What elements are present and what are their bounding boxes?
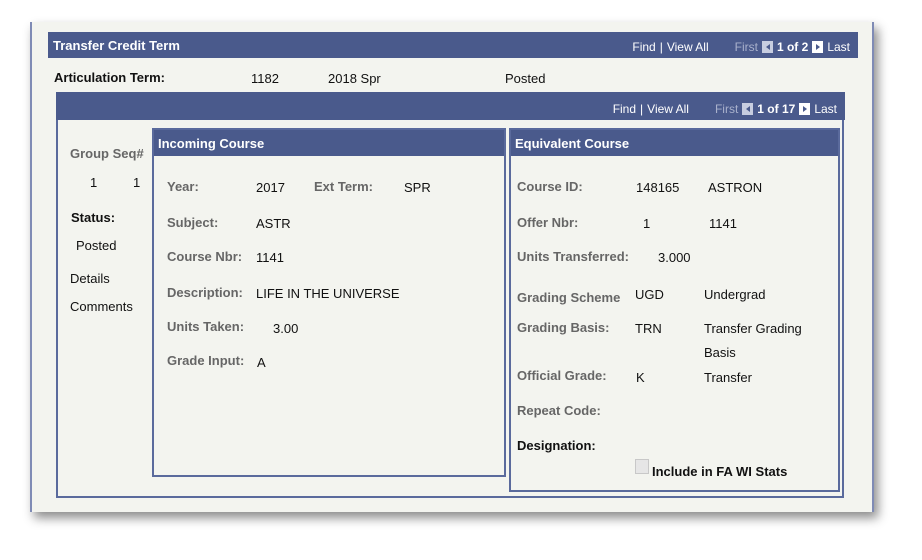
next-arrow-icon[interactable] <box>799 103 811 115</box>
course-nbr-value: 1141 <box>256 250 284 265</box>
designation-label: Designation: <box>517 438 596 453</box>
description-value: LIFE IN THE UNIVERSE <box>256 286 400 301</box>
articulation-term-desc: 2018 Spr <box>328 71 381 86</box>
grading-basis-label: Grading Basis: <box>517 320 610 335</box>
page-count: 1 of 2 <box>776 40 809 54</box>
equivalent-course-title: Equivalent Course <box>511 130 838 156</box>
official-grade-label: Official Grade: <box>517 368 607 383</box>
last-link[interactable]: Last <box>814 102 837 116</box>
official-grade-value: K <box>636 370 645 385</box>
repeat-code-label: Repeat Code: <box>517 403 601 418</box>
grading-basis-value: TRN <box>635 321 662 336</box>
prev-arrow-icon <box>742 103 754 115</box>
course-name-value: ASTRON <box>708 180 763 195</box>
last-link[interactable]: Last <box>827 40 850 54</box>
view-all-link[interactable]: View All <box>667 40 709 54</box>
subject-value: ASTR <box>256 216 291 231</box>
grade-input-value: A <box>257 355 266 370</box>
comments-link[interactable]: Comments <box>70 299 133 314</box>
year-value: 2017 <box>256 180 285 195</box>
offer-nbr-value: 1 <box>643 216 651 231</box>
find-link[interactable]: Find <box>613 102 636 116</box>
course-id-value: 148165 <box>636 180 680 195</box>
prev-arrow-icon <box>761 41 773 53</box>
offer-nbr-label: Offer Nbr: <box>517 215 579 230</box>
units-taken-value: 3.00 <box>273 321 299 336</box>
details-link[interactable]: Details <box>70 271 110 286</box>
group-nav: Find | View All First 1 of 17 Last <box>612 102 837 116</box>
description-label: Description: <box>167 285 243 300</box>
grading-scheme-value: UGD <box>635 287 664 302</box>
next-arrow-icon[interactable] <box>812 41 824 53</box>
group-header: Find | View All First 1 of 17 Last <box>56 92 845 120</box>
section-nav: Find | View All First 1 of 2 Last <box>632 40 850 54</box>
fa-stats-checkbox[interactable] <box>635 459 649 474</box>
incoming-course-title: Incoming Course <box>154 130 504 156</box>
section-header: Transfer Credit Term Find | View All Firs… <box>48 32 858 58</box>
status-value: Posted <box>76 238 117 253</box>
status-label: Status: <box>71 210 116 225</box>
official-grade-desc: Transfer <box>704 370 752 385</box>
grading-basis-desc: Transfer Grading Basis <box>704 321 802 360</box>
grading-scheme-desc: Undergrad <box>704 287 766 302</box>
page-count: 1 of 17 <box>757 102 796 116</box>
view-all-link[interactable]: View All <box>647 102 689 116</box>
group-seq-label: Group Seq# <box>70 146 144 161</box>
subject-label: Subject: <box>167 215 219 230</box>
grade-input-label: Grade Input: <box>167 353 245 368</box>
section-title: Transfer Credit Term <box>53 38 180 53</box>
articulation-term: 1182 <box>251 71 279 86</box>
units-taken-label: Units Taken: <box>167 319 245 334</box>
articulation-status: Posted <box>505 71 546 86</box>
course-nbr-label: Course Nbr: <box>167 249 243 264</box>
ext-term-value: SPR <box>404 180 431 195</box>
first-link: First <box>734 40 758 54</box>
group-seq-1: 1 <box>90 175 98 190</box>
units-transferred-value: 3.000 <box>658 250 691 265</box>
units-transferred-label: Units Transferred: <box>517 249 629 264</box>
find-link[interactable]: Find <box>632 40 655 54</box>
year-label: Year: <box>167 179 199 194</box>
offer-course-value: 1141 <box>709 216 737 231</box>
group-seq-2: 1 <box>133 175 141 190</box>
fa-stats-label: Include in FA WI Stats <box>652 464 788 479</box>
grading-scheme-label: Grading Scheme <box>517 290 621 305</box>
articulation-label: Articulation Term: <box>54 70 165 85</box>
ext-term-label: Ext Term: <box>314 179 373 194</box>
course-id-label: Course ID: <box>517 179 583 194</box>
first-link: First <box>714 102 739 116</box>
